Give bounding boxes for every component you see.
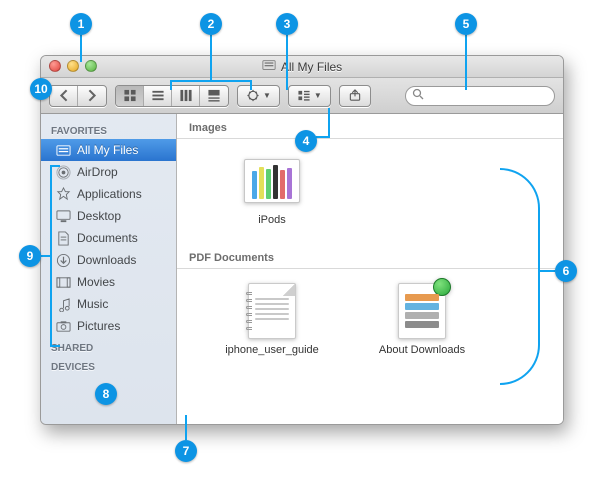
callout-10: 10 [30, 78, 52, 100]
leader-9t [50, 165, 60, 167]
sidebar-item-label: Desktop [77, 209, 121, 223]
icon-view-button[interactable] [116, 86, 144, 106]
action-menu-button[interactable]: ▼ [237, 85, 280, 107]
leader-2h [170, 80, 252, 82]
callout-2: 2 [200, 13, 222, 35]
share-button[interactable] [339, 85, 371, 107]
sidebar-item-documents[interactable]: Documents [41, 227, 176, 249]
all-my-files-icon [55, 142, 71, 158]
applications-icon [55, 186, 71, 202]
leader-3 [286, 35, 288, 90]
leader-6 [500, 168, 540, 385]
sidebar-section-favorites: FAVORITES [41, 120, 176, 139]
leader-4h [316, 136, 330, 138]
sidebar-item-music[interactable]: Music [41, 293, 176, 315]
sidebar-item-desktop[interactable]: Desktop [41, 205, 176, 227]
coverflow-view-button[interactable] [200, 86, 228, 106]
sidebar-item-label: Music [77, 297, 108, 311]
sidebar-item-label: Pictures [77, 319, 120, 333]
zoom-button[interactable] [85, 60, 97, 72]
callout-6: 6 [555, 260, 577, 282]
search-icon [412, 88, 424, 103]
leader-6h [540, 270, 555, 272]
window-title-text: All My Files [281, 60, 342, 74]
forward-button[interactable] [78, 86, 106, 106]
documents-icon [55, 230, 71, 246]
minimize-button[interactable] [67, 60, 79, 72]
sidebar: FAVORITES All My Files AirDrop Applicati… [41, 114, 177, 424]
all-my-files-icon [262, 58, 276, 75]
sidebar-item-label: Applications [77, 187, 142, 201]
traffic-lights [49, 60, 97, 72]
leader-2b [250, 80, 252, 90]
leader-2v [210, 35, 212, 80]
callout-3: 3 [276, 13, 298, 35]
leader-2a [170, 80, 172, 90]
leader-7 [185, 415, 187, 440]
finder-window: All My Files ▼ ▼ [40, 55, 564, 425]
leader-5 [465, 35, 467, 90]
window-title: All My Files [262, 58, 342, 75]
toolbar: ▼ ▼ [41, 78, 563, 114]
leader-9b [50, 345, 60, 347]
section-header-images: Images [177, 114, 563, 139]
file-item[interactable]: iPods [217, 153, 327, 226]
callout-5: 5 [455, 13, 477, 35]
image-thumbnail [240, 153, 304, 209]
search-input[interactable] [405, 86, 555, 106]
movies-icon [55, 274, 71, 290]
sidebar-item-label: Downloads [77, 253, 136, 267]
callout-9: 9 [19, 245, 41, 267]
view-switcher [115, 85, 229, 107]
callout-1: 1 [70, 13, 92, 35]
nav-buttons [49, 85, 107, 107]
sidebar-item-pictures[interactable]: Pictures [41, 315, 176, 337]
callout-4: 4 [295, 130, 317, 152]
file-item[interactable]: iphone_user_guide [217, 283, 327, 356]
file-label: About Downloads [379, 344, 465, 356]
sidebar-item-applications[interactable]: Applications [41, 183, 176, 205]
desktop-icon [55, 208, 71, 224]
file-label: iphone_user_guide [225, 344, 319, 356]
titlebar: All My Files [41, 56, 563, 78]
column-view-button[interactable] [172, 86, 200, 106]
music-icon [55, 296, 71, 312]
sidebar-item-label: Documents [77, 231, 138, 245]
pdf-thumbnail [390, 283, 454, 339]
sidebar-item-downloads[interactable]: Downloads [41, 249, 176, 271]
sidebar-item-label: AirDrop [77, 165, 118, 179]
callout-8: 8 [95, 383, 117, 405]
sidebar-item-movies[interactable]: Movies [41, 271, 176, 293]
sidebar-item-label: All My Files [77, 143, 138, 157]
downloads-icon [55, 252, 71, 268]
leader-1 [80, 35, 82, 62]
list-view-button[interactable] [144, 86, 172, 106]
chevron-down-icon: ▼ [263, 91, 271, 100]
back-button[interactable] [50, 86, 78, 106]
leader-4v [328, 108, 330, 136]
chevron-down-icon: ▼ [314, 91, 322, 100]
close-button[interactable] [49, 60, 61, 72]
pictures-icon [55, 318, 71, 334]
sidebar-section-shared: SHARED [41, 337, 176, 356]
arrange-menu-button[interactable]: ▼ [288, 85, 331, 107]
sidebar-item-airdrop[interactable]: AirDrop [41, 161, 176, 183]
sidebar-item-label: Movies [77, 275, 115, 289]
sidebar-section-devices: DEVICES [41, 356, 176, 375]
callout-7: 7 [175, 440, 197, 462]
file-label: iPods [258, 214, 286, 226]
file-item[interactable]: About Downloads [367, 283, 477, 356]
leader-9h [41, 255, 51, 257]
sidebar-item-all-my-files[interactable]: All My Files [41, 139, 176, 161]
pdf-thumbnail [240, 283, 304, 339]
